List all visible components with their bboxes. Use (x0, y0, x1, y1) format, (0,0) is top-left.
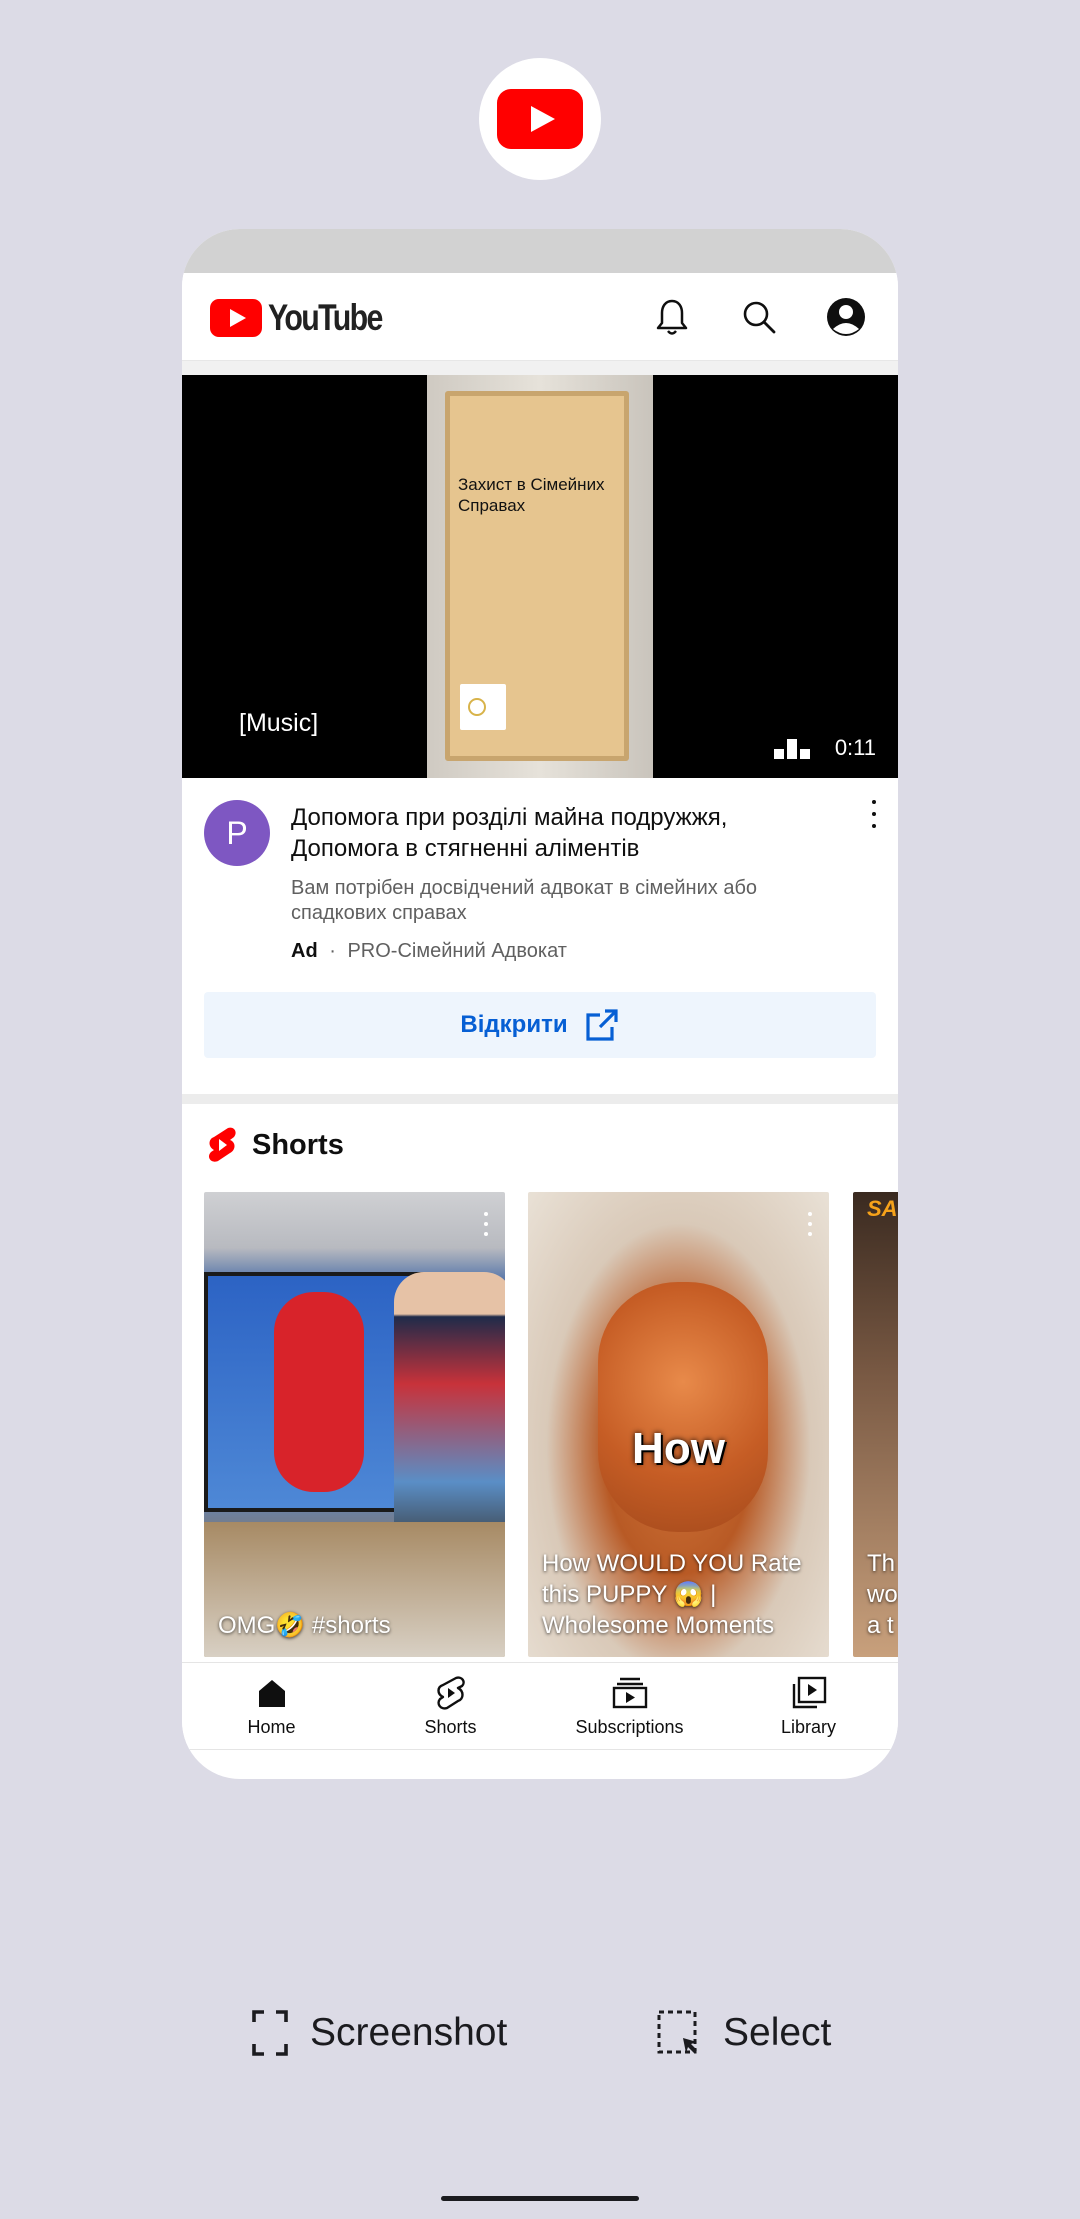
nav-label: Subscriptions (575, 1717, 684, 1737)
nav-library[interactable]: Library (719, 1663, 898, 1751)
home-indicator[interactable] (441, 2196, 639, 2201)
nav-label: Shorts (424, 1717, 477, 1737)
select-icon (657, 2010, 697, 2054)
youtube-logo[interactable]: YouTube (210, 297, 407, 339)
nav-subscriptions[interactable]: Subscriptions (540, 1663, 719, 1751)
short-title: Th wo a t (867, 1550, 898, 1639)
open-button-label: Відкрити (460, 1011, 568, 1038)
ad-badge: Ad (291, 940, 318, 962)
account-icon[interactable] (824, 295, 868, 339)
subscriptions-icon (612, 1675, 648, 1711)
short-thumbnail (274, 1292, 364, 1492)
short-badge: SA (867, 1196, 898, 1221)
nav-shorts[interactable]: Shorts (361, 1663, 540, 1751)
nav-home[interactable]: Home (182, 1663, 361, 1751)
external-link-icon (585, 1009, 618, 1041)
more-options-icon[interactable] (864, 800, 884, 828)
meta-dot: · (329, 940, 336, 962)
screenshot-icon (252, 2010, 288, 2056)
top-bar: YouTube (182, 273, 898, 361)
more-options-icon[interactable] (483, 1212, 489, 1236)
audio-bars-icon (774, 739, 810, 759)
door-image: Захист в Сімейних Справах (445, 391, 629, 761)
ad-video-player[interactable]: Захист в Сімейних Справах [Music] 0:11 (182, 375, 898, 778)
short-card[interactable]: OMG🤣 #shorts (204, 1192, 505, 1657)
ad-description: Вам потрібен досвідчений адвокат в сімей… (291, 877, 758, 924)
section-divider (182, 1094, 898, 1104)
shorts-section: Shorts OMG🤣 #shorts How How WOULD YOU Ra… (182, 1104, 898, 1657)
home-icon (254, 1675, 290, 1711)
door-logo (460, 684, 506, 730)
screenshot-button[interactable]: Screenshot (252, 2007, 507, 2059)
divider (182, 361, 898, 375)
youtube-wordmark: YouTube (268, 297, 383, 338)
video-duration: 0:11 (834, 735, 876, 760)
shorts-logo-icon (208, 1127, 236, 1162)
youtube-play-icon (497, 89, 583, 149)
bell-icon[interactable] (650, 295, 694, 339)
video-caption: [Music] (239, 709, 319, 737)
bottom-navigation: Home Shorts Subscriptions Library (182, 1662, 898, 1750)
short-card[interactable]: How How WOULD YOU Rate this PUPPY 😱 | Wh… (528, 1192, 829, 1657)
nav-label: Library (780, 1717, 837, 1737)
ad-info: P Допомога при розділі майна подружжя, Д… (182, 778, 898, 1058)
youtube-logo-icon (210, 299, 262, 337)
nav-label: Home (247, 1717, 296, 1737)
more-options-icon[interactable] (807, 1212, 813, 1236)
short-thumbnail (598, 1282, 768, 1532)
shorts-title: Shorts (252, 1128, 344, 1161)
door-text: Захист в Сімейних Справах (458, 475, 605, 515)
select-button[interactable]: Select (657, 2007, 831, 2059)
short-title: How WOULD YOU Rate this PUPPY 😱 | Wholes… (542, 1550, 802, 1639)
screenshot-label: Screenshot (310, 2011, 508, 2054)
status-bar (182, 229, 898, 273)
video-frame: Захист в Сімейних Справах (427, 375, 653, 778)
shorts-icon (433, 1675, 469, 1711)
short-title: OMG🤣 #shorts (218, 1612, 391, 1639)
app-preview-card[interactable]: YouTube Захист в Сімейних Справах [Music… (182, 229, 898, 1779)
short-overlay-text: How (632, 1424, 725, 1473)
youtube-app-icon[interactable] (479, 58, 601, 180)
search-icon[interactable] (737, 295, 781, 339)
short-thumbnail (394, 1272, 505, 1552)
ad-meta: Ad · PRO-Сімейний Адвокат (291, 940, 567, 963)
library-icon (791, 1675, 827, 1711)
advertiser-avatar[interactable]: P (204, 800, 270, 866)
select-label: Select (723, 2011, 832, 2054)
open-button[interactable]: Відкрити (204, 992, 876, 1058)
advertiser-name: PRO-Сімейний Адвокат (347, 940, 567, 962)
ad-title[interactable]: Допомога при розділі майна подружжя, Доп… (291, 802, 831, 864)
shorts-header: Shorts (206, 1114, 344, 1176)
short-card[interactable]: SA Th wo a t (853, 1192, 898, 1657)
